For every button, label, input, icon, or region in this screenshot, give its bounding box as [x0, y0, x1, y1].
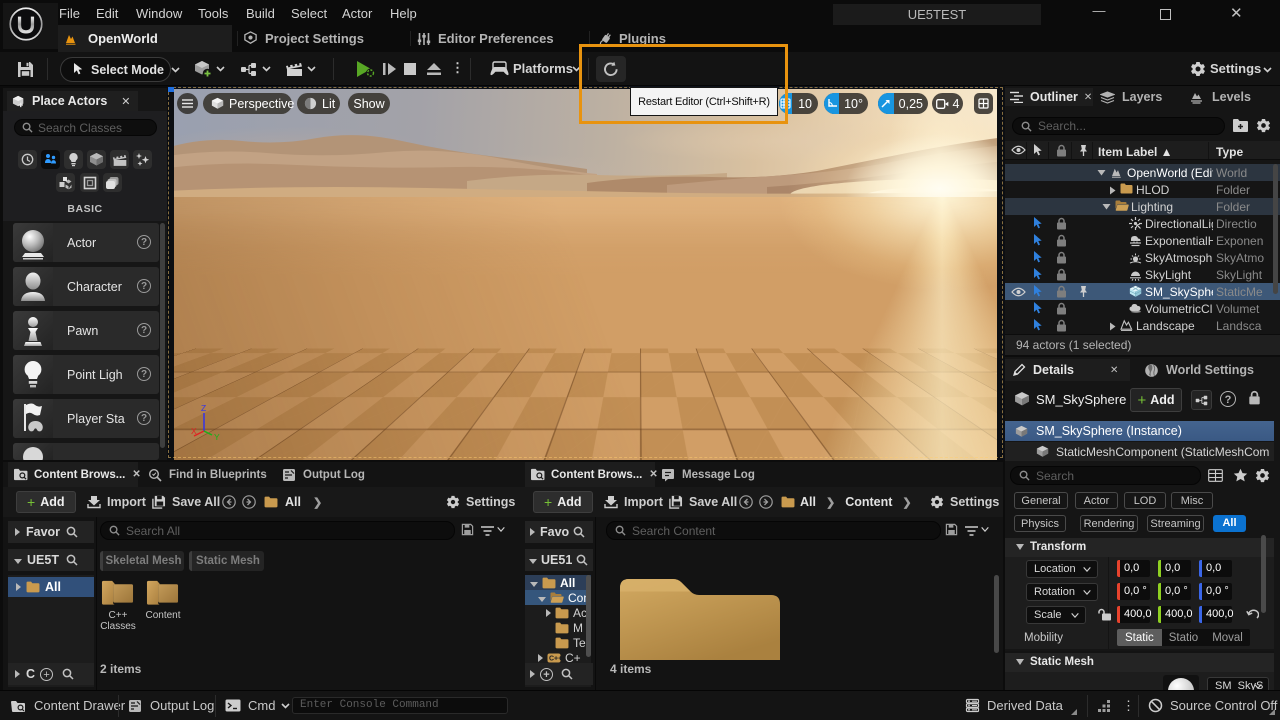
svg-text:Z: Z [201, 404, 206, 413]
svg-text:Y: Y [214, 432, 220, 442]
svg-text:C++: C++ [549, 655, 561, 662]
svg-text:X: X [191, 426, 197, 436]
